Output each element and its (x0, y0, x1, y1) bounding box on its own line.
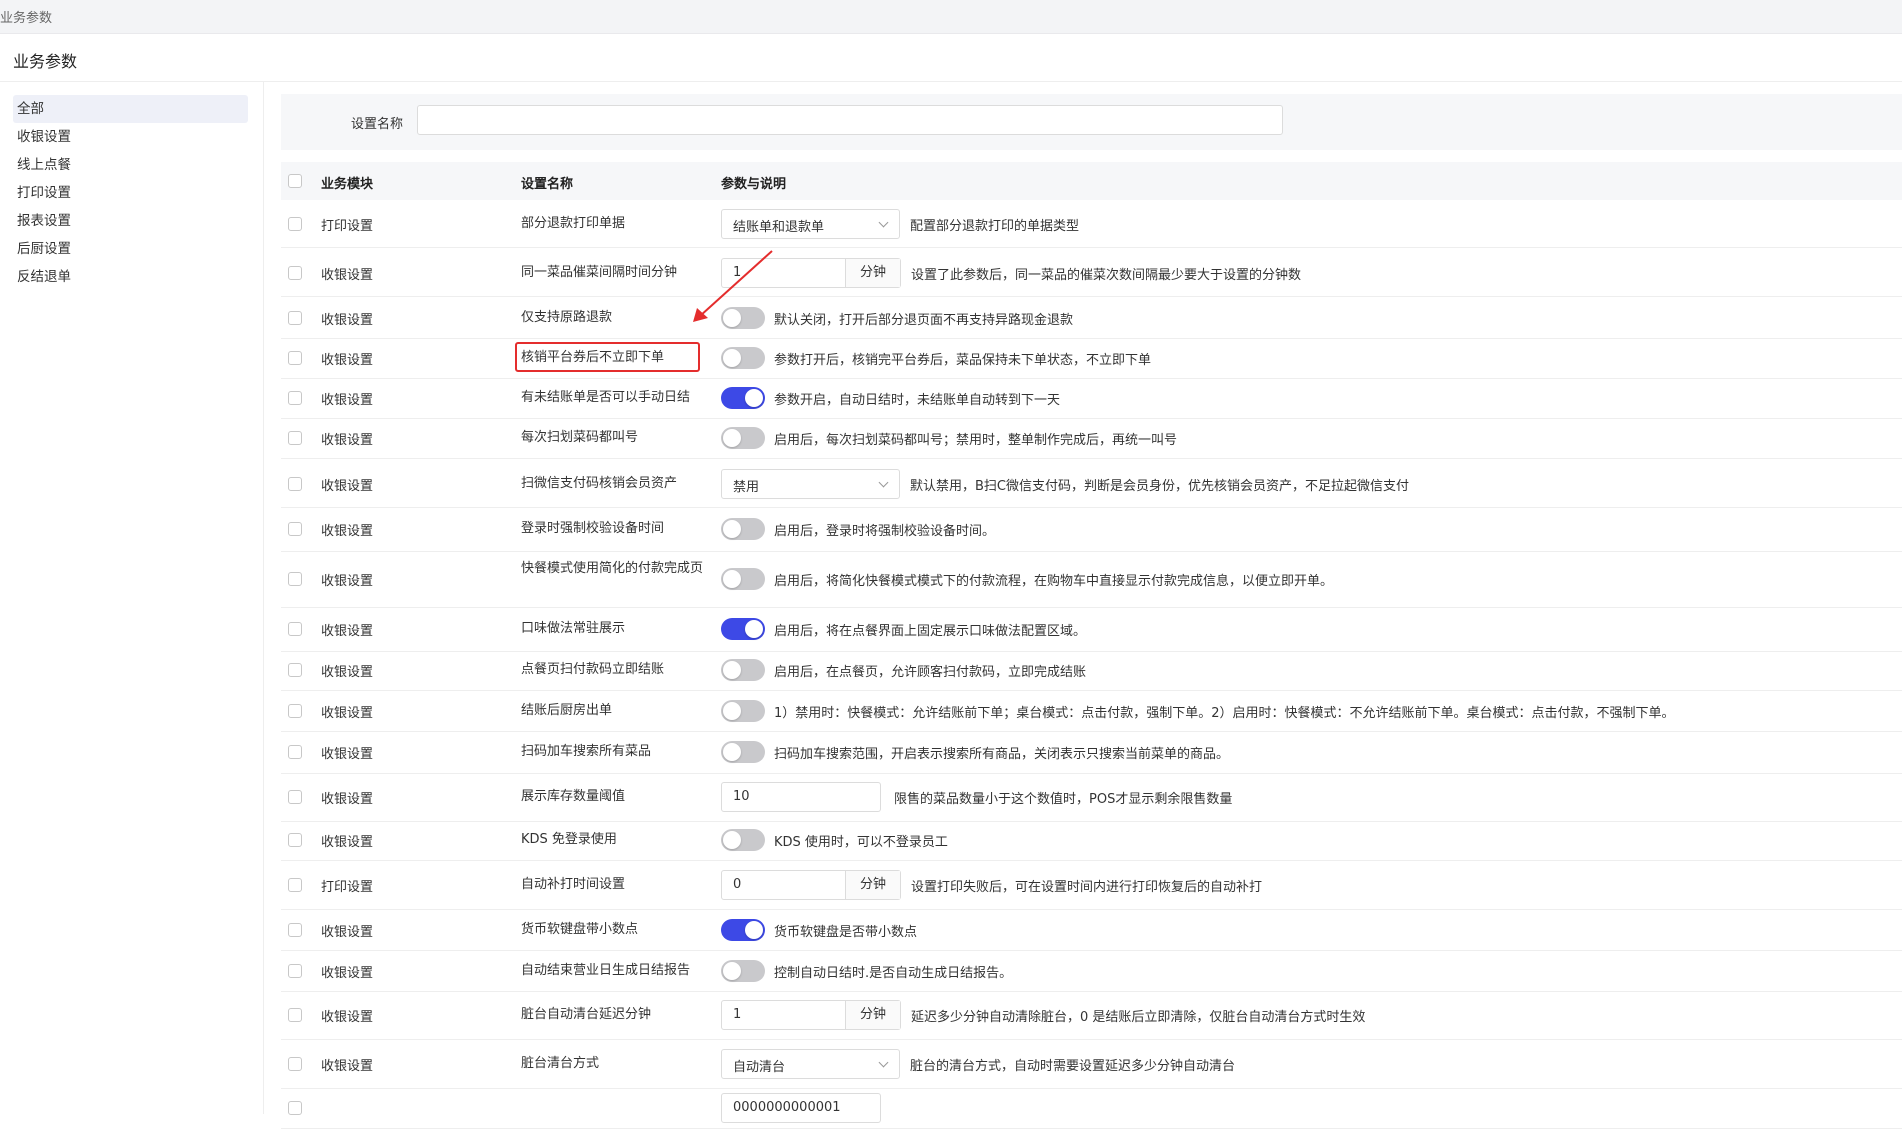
annotation-arrow (693, 250, 773, 322)
